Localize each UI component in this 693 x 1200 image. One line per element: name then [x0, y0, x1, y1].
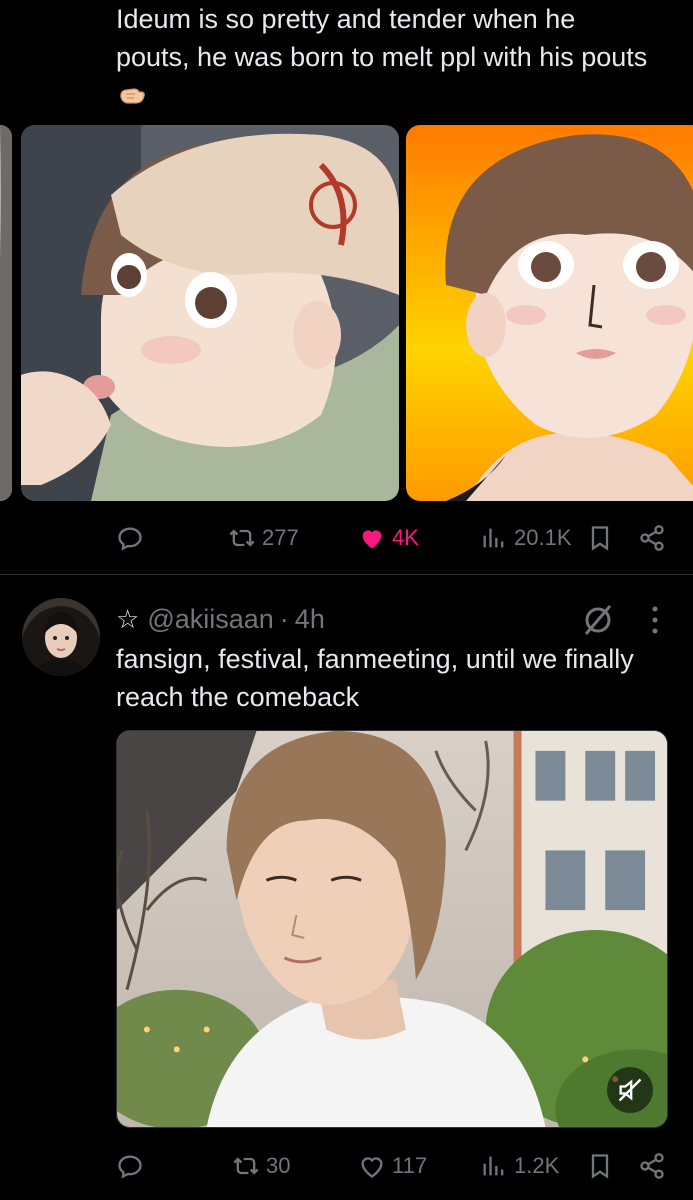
grok-icon[interactable]	[580, 602, 616, 638]
bookmark-icon	[591, 1154, 609, 1179]
tweet1-text-body: Ideum is so pretty and tender when he po…	[116, 4, 648, 72]
retweet-count: 277	[262, 525, 299, 550]
pinching-hand-emoji-icon	[120, 88, 145, 104]
muted-speaker-icon	[618, 1078, 642, 1102]
tweet1-actions: 277 4K 20.1K	[116, 518, 676, 558]
more-options-icon[interactable]	[645, 603, 665, 637]
bookmark-button[interactable]	[586, 1146, 614, 1186]
avatar[interactable]	[22, 598, 100, 676]
retweet-button[interactable]: 30	[232, 1146, 290, 1186]
views-icon	[483, 1156, 504, 1176]
reply-icon	[118, 1155, 142, 1179]
reply-icon	[118, 527, 142, 551]
user-handle[interactable]: @akiisaan	[147, 604, 273, 635]
retweet-count: 30	[266, 1153, 291, 1178]
heart-filled-icon	[362, 530, 382, 549]
tweet2-text: fansign, festival, fanmeeting, until we …	[116, 644, 634, 712]
reply-button[interactable]	[116, 1146, 144, 1186]
tweet-divider	[0, 574, 693, 575]
separator-dot: ·	[279, 603, 289, 634]
media-image-webtoon-cap[interactable]	[21, 125, 399, 501]
retweet-icon	[229, 529, 255, 547]
retweet-icon	[233, 1157, 259, 1175]
share-icon	[640, 525, 664, 551]
like-button[interactable]: 117	[358, 1146, 427, 1186]
mute-button[interactable]	[607, 1067, 653, 1113]
views-icon	[483, 528, 504, 548]
views-count: 1.2K	[514, 1153, 560, 1178]
share-icon	[640, 1153, 664, 1179]
like-count: 4K	[392, 525, 419, 550]
tweet2-video[interactable]	[116, 730, 668, 1128]
views-count: 20.1K	[514, 525, 572, 550]
like-button[interactable]: 4K	[358, 518, 419, 558]
media-image-previous[interactable]	[0, 125, 12, 501]
share-button[interactable]	[638, 518, 666, 558]
heart-outline-icon	[361, 1157, 383, 1178]
share-button[interactable]	[638, 1146, 666, 1186]
reply-button[interactable]	[116, 518, 144, 558]
views-button[interactable]: 1.2K	[480, 1146, 559, 1186]
retweet-button[interactable]: 277	[228, 518, 299, 558]
like-count: 117	[392, 1153, 428, 1178]
star-icon: ☆	[116, 603, 140, 634]
bookmark-button[interactable]	[586, 518, 614, 558]
tweet1-text: Ideum is so pretty and tender when he po…	[116, 0, 656, 114]
media-image-webtoon-surprised[interactable]	[406, 125, 693, 501]
tweet1-media[interactable]	[0, 125, 693, 501]
views-button[interactable]: 20.1K	[480, 518, 572, 558]
tweet2-actions: 30 117 1.2K	[116, 1146, 676, 1186]
tweet2-header: ☆ @akiisaan · 4h	[116, 600, 325, 638]
bookmark-icon	[591, 526, 609, 551]
tweet-time[interactable]: 4h	[295, 604, 325, 635]
